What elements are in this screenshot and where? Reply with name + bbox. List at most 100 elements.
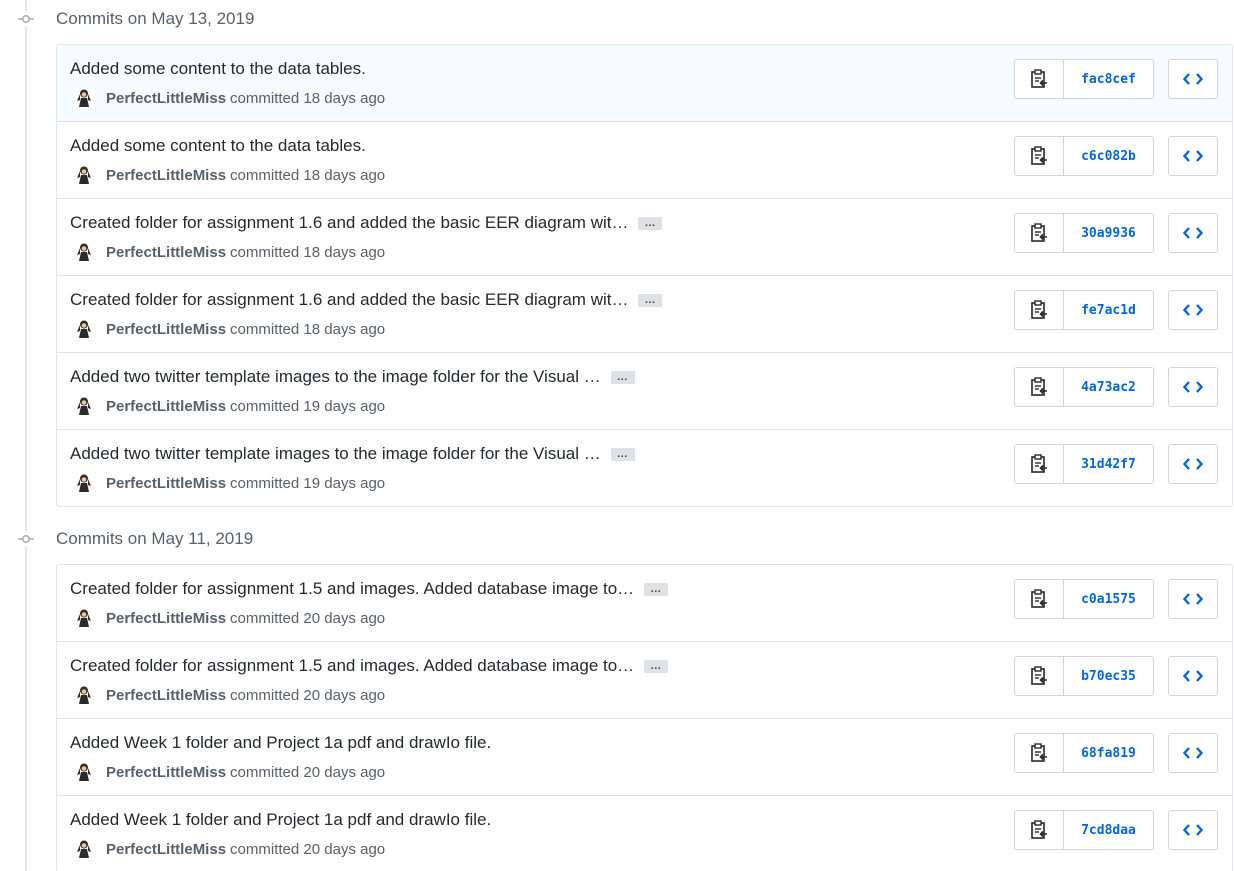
commit-sha-group: c6c082b [1014, 136, 1154, 176]
copy-sha-button[interactable] [1015, 137, 1064, 175]
avatar[interactable] [74, 473, 94, 493]
commit-author[interactable]: PerfectLittleMiss [106, 841, 226, 858]
avatar[interactable] [74, 839, 94, 859]
commit-sha-group: c0a1575 [1014, 579, 1154, 619]
avatar[interactable] [74, 685, 94, 705]
commit-row: Added some content to the data tables. P… [57, 45, 1232, 121]
commit-group-header: Commits on May 13, 2019 [0, 0, 1234, 38]
commit-message[interactable]: Added Week 1 folder and Project 1a pdf a… [70, 810, 491, 830]
browse-files-button[interactable] [1168, 136, 1218, 176]
commit-time: 18 days ago [303, 243, 386, 261]
browse-files-button[interactable] [1168, 733, 1218, 773]
timeline-line [25, 0, 27, 871]
commit-author[interactable]: PerfectLittleMiss [106, 167, 226, 184]
copy-sha-button[interactable] [1015, 214, 1064, 252]
avatar[interactable] [74, 608, 94, 628]
expand-message-button[interactable]: … [644, 659, 669, 673]
avatar[interactable] [74, 762, 94, 782]
commit-author[interactable]: PerfectLittleMiss [106, 244, 226, 261]
commit-sha-group: fe7ac1d [1014, 290, 1154, 330]
commit-row: Added Week 1 folder and Project 1a pdf a… [57, 718, 1232, 795]
copy-sha-button[interactable] [1015, 445, 1064, 483]
commit-author[interactable]: PerfectLittleMiss [106, 687, 226, 704]
commit-sha-link[interactable]: c6c082b [1064, 137, 1153, 175]
avatar[interactable] [74, 242, 94, 262]
copy-sha-button[interactable] [1015, 811, 1064, 849]
copy-sha-button[interactable] [1015, 60, 1064, 98]
browse-files-button[interactable] [1168, 367, 1218, 407]
commit-message[interactable]: Added some content to the data tables. [70, 59, 366, 79]
browse-files-button[interactable] [1168, 59, 1218, 99]
code-icon [1183, 227, 1203, 239]
browse-files-button[interactable] [1168, 213, 1218, 253]
commit-author[interactable]: PerfectLittleMiss [106, 475, 226, 492]
commit-sha-link[interactable]: 68fa819 [1064, 734, 1153, 772]
commit-author[interactable]: PerfectLittleMiss [106, 764, 226, 781]
copy-sha-button[interactable] [1015, 368, 1064, 406]
avatar[interactable] [74, 396, 94, 416]
avatar[interactable] [74, 165, 94, 185]
commit-sha-link[interactable]: 31d42f7 [1064, 445, 1153, 483]
commit-group-title: Commits on May 11, 2019 [56, 529, 254, 548]
commit-group: Commits on May 13, 2019 Added some conte… [0, 0, 1234, 507]
browse-files-button[interactable] [1168, 656, 1218, 696]
commit-row: Created folder for assignment 1.5 and im… [57, 565, 1232, 641]
commit-message[interactable]: Created folder for assignment 1.5 and im… [70, 579, 634, 599]
avatar[interactable] [74, 319, 94, 339]
code-icon [1183, 824, 1203, 836]
expand-message-button[interactable]: … [638, 293, 663, 307]
copy-sha-button[interactable] [1015, 657, 1064, 695]
commit-sha-link[interactable]: 7cd8daa [1064, 811, 1153, 849]
commit-group-title: Commits on May 13, 2019 [56, 9, 255, 28]
copy-sha-button[interactable] [1015, 580, 1064, 618]
commit-sha-group: 68fa819 [1014, 733, 1154, 773]
commit-group-header: Commits on May 11, 2019 [0, 520, 1234, 558]
copy-sha-button[interactable] [1015, 734, 1064, 772]
commit-message[interactable]: Created folder for assignment 1.6 and ad… [70, 290, 628, 310]
commit-committed-label: committed [230, 686, 300, 704]
commit-time: 20 days ago [303, 840, 386, 858]
commit-sha-link[interactable]: 30a9936 [1064, 214, 1153, 252]
browse-files-button[interactable] [1168, 579, 1218, 619]
commit-sha-link[interactable]: fac8cef [1064, 60, 1153, 98]
commit-author[interactable]: PerfectLittleMiss [106, 398, 226, 415]
commit-message[interactable]: Created folder for assignment 1.6 and ad… [70, 213, 628, 233]
commit-message[interactable]: Added Week 1 folder and Project 1a pdf a… [70, 733, 491, 753]
commit-sha-group: 4a73ac2 [1014, 367, 1154, 407]
clipboard-icon [1031, 589, 1047, 608]
code-icon [1183, 304, 1203, 316]
commit-author[interactable]: PerfectLittleMiss [106, 321, 226, 338]
browse-files-button[interactable] [1168, 444, 1218, 484]
commit-list: Created folder for assignment 1.5 and im… [56, 564, 1233, 871]
commit-row: Added two twitter template images to the… [57, 429, 1232, 506]
clipboard-icon [1031, 377, 1047, 396]
expand-message-button[interactable]: … [644, 582, 669, 596]
code-icon [1183, 670, 1203, 682]
code-icon [1183, 381, 1203, 393]
commit-row: Created folder for assignment 1.6 and ad… [57, 275, 1232, 352]
commit-message[interactable]: Created folder for assignment 1.5 and im… [70, 656, 634, 676]
expand-message-button[interactable]: … [638, 216, 663, 230]
commit-message[interactable]: Added some content to the data tables. [70, 136, 366, 156]
browse-files-button[interactable] [1168, 290, 1218, 330]
expand-message-button[interactable]: … [610, 370, 635, 384]
commit-row: Created folder for assignment 1.5 and im… [57, 641, 1232, 718]
browse-files-button[interactable] [1168, 810, 1218, 850]
avatar[interactable] [74, 88, 94, 108]
expand-message-button[interactable]: … [610, 447, 635, 461]
commit-sha-link[interactable]: b70ec35 [1064, 657, 1153, 695]
commit-sha-group: 7cd8daa [1014, 810, 1154, 850]
copy-sha-button[interactable] [1015, 291, 1064, 329]
commit-author[interactable]: PerfectLittleMiss [106, 610, 226, 627]
commit-message[interactable]: Added two twitter template images to the… [70, 444, 601, 464]
commit-sha-link[interactable]: fe7ac1d [1064, 291, 1153, 329]
code-icon [1183, 73, 1203, 85]
git-commit-icon [17, 531, 35, 547]
commit-sha-link[interactable]: c0a1575 [1064, 580, 1153, 618]
clipboard-icon [1031, 300, 1047, 319]
commit-author[interactable]: PerfectLittleMiss [106, 90, 226, 107]
commit-time: 19 days ago [303, 397, 386, 415]
commit-sha-link[interactable]: 4a73ac2 [1064, 368, 1153, 406]
commit-time: 20 days ago [303, 686, 386, 704]
commit-message[interactable]: Added two twitter template images to the… [70, 367, 601, 387]
